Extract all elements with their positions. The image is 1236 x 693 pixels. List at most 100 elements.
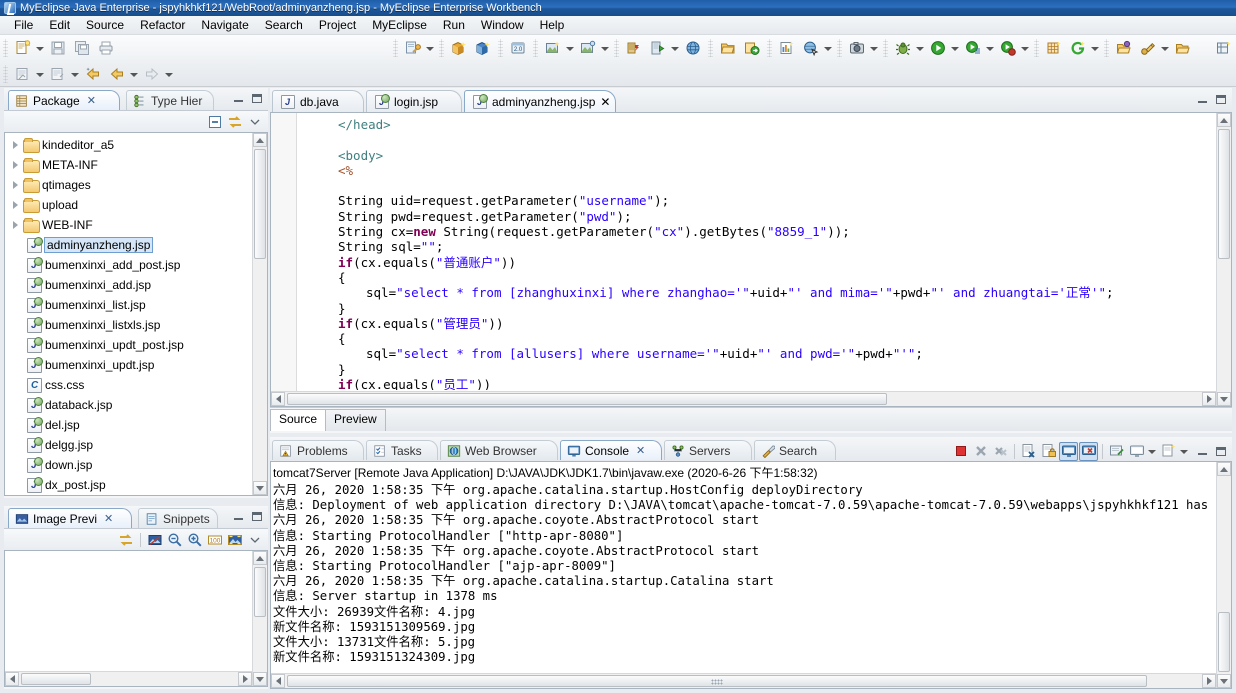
back-arrow-button[interactable] bbox=[106, 63, 128, 85]
maximize-icon[interactable] bbox=[249, 509, 264, 523]
scroll-up-arrow[interactable] bbox=[1217, 113, 1231, 127]
package-explorer-tree[interactable]: kindeditor_a5 META-INF qtimages upload W… bbox=[5, 133, 267, 495]
console-horizontal-scrollbar[interactable] bbox=[271, 673, 1216, 688]
code-line[interactable]: if(cx.equals("普通账户")) bbox=[298, 255, 1215, 270]
menu-myeclipse[interactable]: MyEclipse bbox=[364, 17, 435, 33]
new-jsp-button[interactable] bbox=[47, 63, 69, 85]
collapse-all-button[interactable] bbox=[206, 113, 224, 131]
console-display-dropdown-arrow[interactable] bbox=[1146, 440, 1157, 462]
close-icon[interactable]: ✕ bbox=[636, 444, 645, 457]
tree-item[interactable]: WEB-INF bbox=[5, 215, 267, 235]
toolbar-grip[interactable] bbox=[614, 39, 619, 57]
code-line[interactable]: { bbox=[298, 270, 1215, 285]
new-gwt-button[interactable] bbox=[1067, 37, 1089, 59]
link-with-editor-button[interactable] bbox=[117, 531, 135, 549]
console-display-dropdown[interactable] bbox=[1127, 442, 1146, 461]
maximize-icon[interactable] bbox=[249, 91, 264, 105]
tree-item[interactable]: Jdel.jsp bbox=[5, 415, 267, 435]
code-line[interactable]: String uid=request.getParameter("usernam… bbox=[298, 193, 1215, 208]
toolbar-grip[interactable] bbox=[1034, 39, 1039, 57]
run-server-dropdown[interactable] bbox=[669, 37, 680, 59]
open-diagram-dropdown[interactable] bbox=[599, 37, 610, 59]
db-browser-button[interactable] bbox=[623, 37, 645, 59]
close-icon[interactable]: ✕ bbox=[87, 94, 96, 107]
tab-type-hierarchy[interactable]: Type Hier bbox=[126, 90, 214, 110]
tree-item[interactable]: Jbumenxinxi_list.jsp bbox=[5, 295, 267, 315]
tab-problems[interactable]: Problems bbox=[272, 440, 364, 460]
snapshot-dropdown[interactable] bbox=[868, 37, 879, 59]
scroll-right-arrow[interactable] bbox=[1202, 392, 1216, 406]
link-with-editor-button[interactable] bbox=[226, 113, 244, 131]
tab-search[interactable]: Search bbox=[754, 440, 836, 460]
tab-web-browser[interactable]: Web Browser bbox=[440, 440, 558, 460]
code-line[interactable] bbox=[298, 132, 1215, 147]
editor-code-area[interactable]: </head> <body> <% String uid=request.getP… bbox=[298, 113, 1215, 390]
editor-tab-login-jsp[interactable]: J login.jsp bbox=[366, 90, 462, 112]
scroll-thumb[interactable] bbox=[1218, 129, 1230, 259]
toolbar-grip[interactable] bbox=[439, 39, 444, 57]
tree-item[interactable]: Jdx_post.jsp bbox=[5, 475, 267, 495]
menu-help[interactable]: Help bbox=[532, 17, 573, 33]
code-line[interactable]: sql="select * from [allusers] where user… bbox=[298, 346, 1215, 361]
maximize-icon[interactable] bbox=[1213, 444, 1228, 458]
expand-twisty-icon[interactable] bbox=[9, 218, 23, 232]
minimize-icon[interactable] bbox=[1195, 444, 1210, 458]
code-line[interactable] bbox=[298, 178, 1215, 193]
menu-search[interactable]: Search bbox=[257, 17, 311, 33]
tree-item[interactable]: Jdelgg.jsp bbox=[5, 435, 267, 455]
toolbar-grip[interactable] bbox=[498, 39, 503, 57]
close-icon[interactable]: ✕ bbox=[600, 95, 610, 109]
expand-twisty-icon[interactable] bbox=[9, 198, 23, 212]
tab-snippets[interactable]: Snippets bbox=[138, 508, 218, 528]
tree-vertical-scrollbar[interactable] bbox=[252, 133, 267, 495]
tab-tasks[interactable]: Tasks bbox=[366, 440, 438, 460]
scroll-right-arrow[interactable] bbox=[1202, 674, 1216, 688]
editor-tab-db-java[interactable]: J db.java bbox=[272, 90, 364, 112]
new-perspective-button[interactable] bbox=[1213, 37, 1235, 59]
code-line[interactable]: </head> bbox=[298, 117, 1215, 132]
maximize-icon[interactable] bbox=[1213, 92, 1228, 106]
code-line[interactable]: sql="select * from [zhanghuxinxi] where … bbox=[298, 285, 1215, 300]
tab-image-preview[interactable]: Image Previ ✕ bbox=[8, 508, 132, 528]
scroll-up-arrow[interactable] bbox=[1217, 462, 1231, 476]
menu-window[interactable]: Window bbox=[473, 17, 532, 33]
remove-all-terminated-button[interactable] bbox=[991, 442, 1010, 461]
print-button[interactable] bbox=[95, 37, 117, 59]
new-diagram-button[interactable] bbox=[542, 37, 564, 59]
zoom-100-button[interactable]: 100 bbox=[206, 531, 224, 549]
debug-button[interactable] bbox=[892, 37, 914, 59]
tree-item[interactable]: Jbumenxinxi_add_post.jsp bbox=[5, 255, 267, 275]
menu-edit[interactable]: Edit bbox=[41, 17, 78, 33]
tab-package-explorer[interactable]: Package ✕ bbox=[8, 90, 120, 110]
web-preview-button[interactable] bbox=[800, 37, 822, 59]
editor-tab-adminyanzheng-jsp[interactable]: J adminyanzheng.jsp ✕ bbox=[464, 90, 616, 112]
preview-horizontal-scrollbar[interactable] bbox=[5, 671, 252, 686]
back-dropdown[interactable] bbox=[128, 63, 139, 85]
scroll-down-arrow[interactable] bbox=[253, 672, 267, 686]
scroll-thumb[interactable] bbox=[21, 673, 91, 685]
forward-dropdown[interactable] bbox=[163, 63, 174, 85]
deploy-button[interactable] bbox=[402, 37, 424, 59]
search-key-button[interactable] bbox=[1137, 37, 1159, 59]
new-jsp-dropdown[interactable] bbox=[69, 63, 80, 85]
preview-vertical-scrollbar[interactable] bbox=[252, 551, 267, 686]
zoom-out-button[interactable] bbox=[166, 531, 184, 549]
toolbar-grip[interactable] bbox=[708, 39, 713, 57]
scroll-up-arrow[interactable] bbox=[253, 133, 267, 147]
preview-tab[interactable]: Preview bbox=[325, 409, 386, 431]
tree-item[interactable]: kindeditor_a5 bbox=[5, 135, 267, 155]
code-line[interactable]: { bbox=[298, 331, 1215, 346]
scroll-thumb[interactable] bbox=[1218, 612, 1230, 672]
pin-console-button[interactable] bbox=[1059, 441, 1078, 461]
open-type-button[interactable] bbox=[1113, 37, 1135, 59]
new-class-button[interactable] bbox=[472, 37, 494, 59]
new-java-project-button[interactable] bbox=[12, 63, 34, 85]
run-server-button[interactable] bbox=[647, 37, 669, 59]
code-line[interactable]: String cx=new String(request.getParamete… bbox=[298, 224, 1215, 239]
expand-twisty-icon[interactable] bbox=[9, 178, 23, 192]
scroll-left-arrow[interactable] bbox=[271, 674, 285, 688]
open-diagram-button[interactable] bbox=[577, 37, 599, 59]
open-folder-button[interactable] bbox=[717, 37, 739, 59]
run-button[interactable] bbox=[927, 37, 949, 59]
new-console-dropdown-arrow[interactable] bbox=[1178, 440, 1189, 462]
